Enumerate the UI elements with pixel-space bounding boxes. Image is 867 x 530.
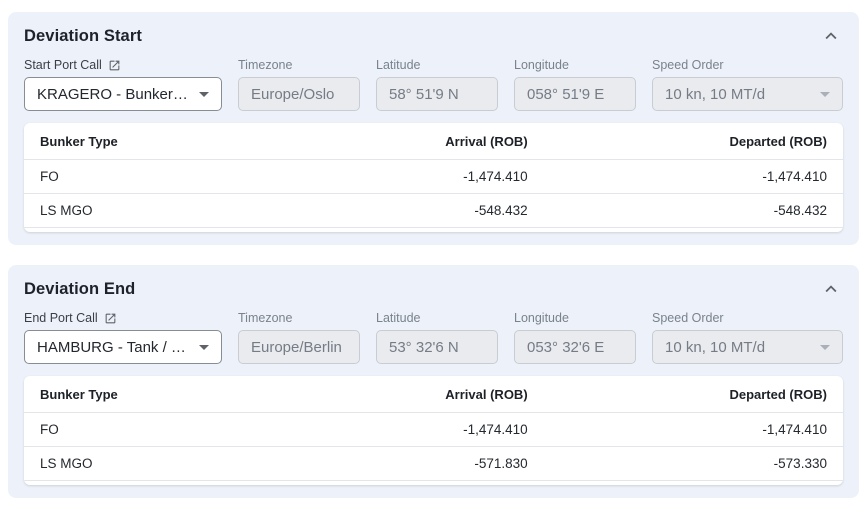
field-row: Start Port Call KRAGERO - Bunkering -… T… [24,57,843,111]
timezone-field: Timezone Europe/Oslo [238,57,360,111]
port-call-label: End Port Call [24,310,222,326]
deviation-end-panel: Deviation End End Port Call HAMBURG - Ta… [8,265,859,498]
arrival-cell: -1,474.410 [339,169,544,184]
latitude-value: 58° 51'9 N [389,86,459,103]
panel-header: Deviation Start [24,24,843,48]
speed-order-field: Speed Order 10 kn, 10 MT/d [652,310,843,364]
col-departed-rob: Departed (ROB) [544,387,827,402]
timezone-value: Europe/Berlin [251,339,342,356]
latitude-field: Latitude 58° 51'9 N [376,57,498,111]
port-call-value: HAMBURG - Tank / Hol… [37,339,191,356]
caret-down-icon [820,345,830,350]
latitude-field: Latitude 53° 32'6 N [376,310,498,364]
col-arrival-rob: Arrival (ROB) [339,134,544,149]
external-link-icon[interactable] [108,59,121,72]
timezone-input: Europe/Berlin [238,330,360,364]
timezone-value: Europe/Oslo [251,86,334,103]
table-header-row: Bunker Type Arrival (ROB) Departed (ROB) [24,123,843,160]
table-row: LS MGO -571.830 -573.330 [24,447,843,481]
col-arrival-rob: Arrival (ROB) [339,387,544,402]
deviation-page: Deviation Start Start Port Call KRAGERO … [0,0,867,530]
caret-down-icon [820,92,830,97]
table-row: FO -1,474.410 -1,474.410 [24,413,843,447]
bunker-type-cell: FO [40,169,339,184]
longitude-value: 058° 51'9 E [527,86,604,103]
field-row: End Port Call HAMBURG - Tank / Hol… Time… [24,310,843,364]
panel-title: Deviation End [24,280,135,299]
timezone-label: Timezone [238,57,360,73]
col-bunker-type: Bunker Type [40,134,339,149]
speed-order-value: 10 kn, 10 MT/d [665,339,765,356]
port-call-value: KRAGERO - Bunkering -… [37,86,191,103]
port-call-field: End Port Call HAMBURG - Tank / Hol… [24,310,222,364]
chevron-up-icon [820,25,842,47]
arrival-cell: -548.432 [339,203,544,218]
panel-title: Deviation Start [24,27,142,46]
table-row: FO -1,474.410 -1,474.410 [24,160,843,194]
bunker-type-cell: FO [40,422,339,437]
longitude-input: 053° 32'6 E [514,330,636,364]
timezone-input: Europe/Oslo [238,77,360,111]
speed-order-label: Speed Order [652,57,843,73]
chevron-up-icon [820,278,842,300]
table-header-row: Bunker Type Arrival (ROB) Departed (ROB) [24,376,843,413]
timezone-field: Timezone Europe/Berlin [238,310,360,364]
latitude-input: 53° 32'6 N [376,330,498,364]
port-call-label-text: End Port Call [24,311,98,325]
bunker-type-cell: LS MGO [40,203,339,218]
speed-order-label: Speed Order [652,310,843,326]
table-row: LS MGO -548.432 -548.432 [24,194,843,228]
timezone-label: Timezone [238,310,360,326]
collapse-button[interactable] [819,277,843,301]
speed-order-value: 10 kn, 10 MT/d [665,86,765,103]
port-call-select[interactable]: KRAGERO - Bunkering -… [24,77,222,111]
bunker-table: Bunker Type Arrival (ROB) Departed (ROB)… [24,123,843,232]
panel-header: Deviation End [24,277,843,301]
bunker-type-cell: LS MGO [40,456,339,471]
caret-down-icon [199,92,209,97]
port-call-select[interactable]: HAMBURG - Tank / Hol… [24,330,222,364]
departed-cell: -548.432 [544,203,827,218]
latitude-label: Latitude [376,57,498,73]
caret-down-icon [199,345,209,350]
latitude-label: Latitude [376,310,498,326]
longitude-value: 053° 32'6 E [527,339,604,356]
longitude-field: Longitude 053° 32'6 E [514,310,636,364]
speed-order-select: 10 kn, 10 MT/d [652,77,843,111]
arrival-cell: -571.830 [339,456,544,471]
port-call-field: Start Port Call KRAGERO - Bunkering -… [24,57,222,111]
longitude-input: 058° 51'9 E [514,77,636,111]
latitude-input: 58° 51'9 N [376,77,498,111]
longitude-label: Longitude [514,57,636,73]
deviation-start-panel: Deviation Start Start Port Call KRAGERO … [8,12,859,245]
arrival-cell: -1,474.410 [339,422,544,437]
latitude-value: 53° 32'6 N [389,339,459,356]
longitude-field: Longitude 058° 51'9 E [514,57,636,111]
port-call-label: Start Port Call [24,57,222,73]
longitude-label: Longitude [514,310,636,326]
col-bunker-type: Bunker Type [40,387,339,402]
col-departed-rob: Departed (ROB) [544,134,827,149]
speed-order-field: Speed Order 10 kn, 10 MT/d [652,57,843,111]
collapse-button[interactable] [819,24,843,48]
departed-cell: -1,474.410 [544,169,827,184]
bunker-table: Bunker Type Arrival (ROB) Departed (ROB)… [24,376,843,485]
speed-order-select: 10 kn, 10 MT/d [652,330,843,364]
port-call-label-text: Start Port Call [24,58,102,72]
departed-cell: -573.330 [544,456,827,471]
departed-cell: -1,474.410 [544,422,827,437]
external-link-icon[interactable] [104,312,117,325]
